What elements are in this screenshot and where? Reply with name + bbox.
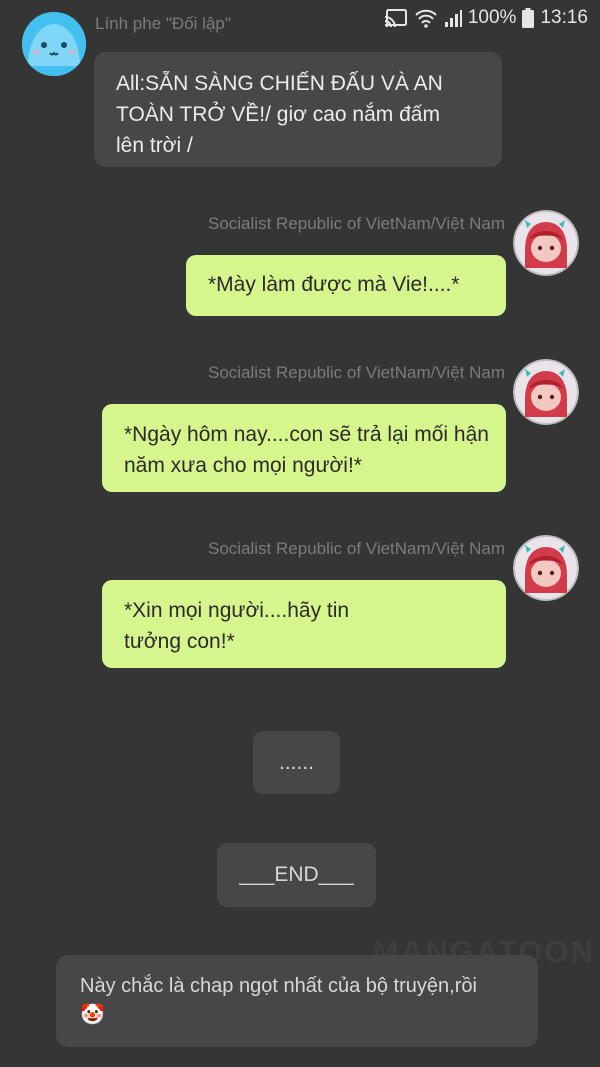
battery-icon (522, 8, 535, 28)
anime-character-icon (513, 210, 579, 276)
anime-character-icon (513, 359, 579, 425)
avatar[interactable] (22, 12, 86, 76)
clock: 13:16 (540, 7, 588, 28)
sender-name: Lính phe "Đối lập" (95, 14, 231, 33)
footer-note[interactable]: Này chắc là chap ngọt nhất của bộ truyện… (56, 955, 538, 1047)
wifi-icon (414, 8, 438, 28)
blob-character-icon (22, 12, 86, 76)
end-marker: ___END___ (217, 843, 376, 907)
sender-name: Socialist Republic of VietNam/Việt Nam (207, 539, 505, 558)
screen-cast-icon (384, 8, 408, 28)
avatar[interactable] (513, 359, 579, 425)
anime-character-icon (513, 535, 579, 601)
avatar[interactable] (513, 535, 579, 601)
avatar[interactable] (513, 210, 579, 276)
ellipsis-bubble: ...... (253, 731, 340, 794)
message-bubble[interactable]: All:SẴN SÀNG CHIẾN ĐẤU VÀ AN TOÀN TRỞ VỀ… (94, 52, 502, 167)
status-bar: 100% 13:16 (384, 0, 600, 36)
message-bubble[interactable]: *Mày làm được mà Vie!....* (186, 255, 506, 316)
message-bubble[interactable]: *Xin mọi người....hãy tin tưởng con!* (102, 580, 506, 668)
message-bubble[interactable]: *Ngày hôm nay....con sẽ trả lại mối hận … (102, 404, 506, 492)
sender-name: Socialist Republic of VietNam/Việt Nam (207, 363, 505, 382)
sender-name: Socialist Republic of VietNam/Việt Nam (207, 214, 505, 233)
signal-icon (444, 8, 462, 28)
battery-percent: 100% (467, 7, 517, 28)
